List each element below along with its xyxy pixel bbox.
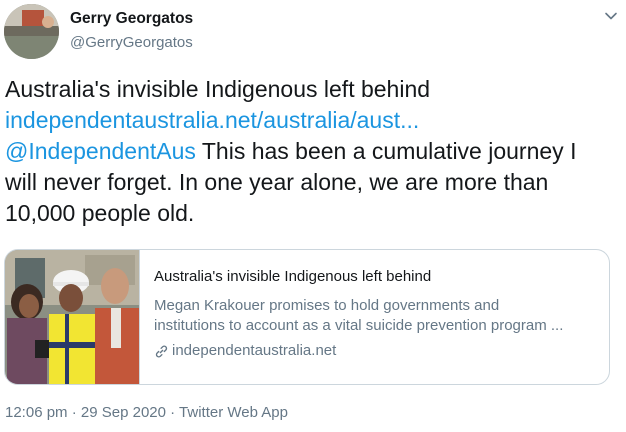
meta-separator: · bbox=[67, 404, 81, 421]
card-description: Megan Krakouer promises to hold governme… bbox=[154, 296, 602, 336]
tweet-date[interactable]: 29 Sep 2020 bbox=[81, 404, 166, 421]
tweet: Gerry Georgatos @GerryGeorgatos Australi… bbox=[0, 0, 626, 432]
card-domain-text: independentaustralia.net bbox=[172, 342, 337, 359]
tweet-time[interactable]: 12:06 pm bbox=[5, 404, 68, 421]
tweet-line: will never forget. In one year alone, we… bbox=[5, 169, 549, 195]
card-title: Australia's invisible Indigenous left be… bbox=[154, 268, 432, 285]
tweet-line: 10,000 people old. bbox=[5, 200, 195, 226]
tweet-source[interactable]: Twitter Web App bbox=[179, 404, 288, 421]
card-image bbox=[5, 250, 140, 384]
tweet-line: @IndependentAus This has been a cumulati… bbox=[5, 136, 620, 167]
mention-link[interactable]: @IndependentAus bbox=[5, 138, 196, 164]
card-description-line: institutions to account as a vital suici… bbox=[154, 317, 564, 334]
tweet-meta: 12:06 pm · 29 Sep 2020 · Twitter Web App bbox=[5, 404, 288, 421]
author-handle[interactable]: @GerryGeorgatos bbox=[70, 34, 193, 51]
chevron-down-icon[interactable] bbox=[604, 9, 618, 23]
tweet-line-text: This has been a cumulative journey I bbox=[195, 138, 577, 164]
link-card[interactable]: Australia's invisible Indigenous left be… bbox=[4, 249, 610, 385]
tweet-line: Australia's invisible Indigenous left be… bbox=[5, 76, 431, 102]
card-text: Australia's invisible Indigenous left be… bbox=[154, 267, 602, 361]
meta-separator: · bbox=[165, 404, 180, 421]
author-name[interactable]: Gerry Georgatos bbox=[70, 10, 193, 28]
card-description-line: Megan Krakouer promises to hold governme… bbox=[154, 297, 500, 314]
tweet-link[interactable]: independentaustralia.net/australia/aust.… bbox=[5, 105, 620, 136]
tweet-text: Australia's invisible Indigenous left be… bbox=[5, 74, 620, 229]
link-icon bbox=[155, 345, 168, 357]
avatar-photo-icon bbox=[4, 4, 59, 59]
avatar[interactable] bbox=[4, 4, 59, 59]
card-photo-icon bbox=[5, 250, 139, 384]
card-domain: independentaustralia.net bbox=[154, 341, 602, 361]
